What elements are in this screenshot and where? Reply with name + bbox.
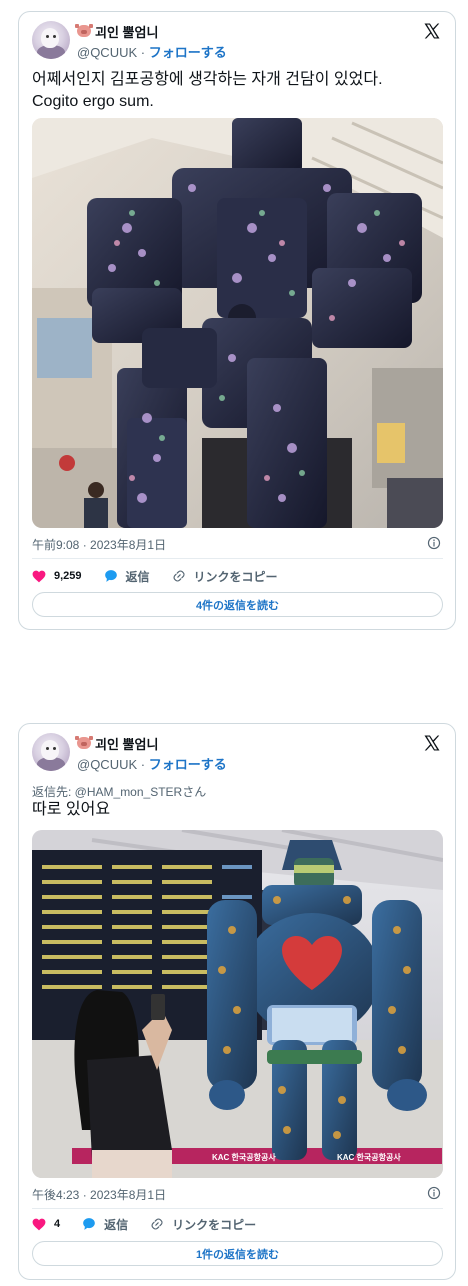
info-icon[interactable] bbox=[427, 1186, 441, 1200]
tweet-photo[interactable]: KAC 한국공항공사 KAC 한국공항공사 bbox=[32, 830, 443, 1178]
link-icon bbox=[151, 1218, 163, 1230]
follow-button[interactable]: フォローする bbox=[149, 45, 227, 60]
copy-link-button[interactable]: リンクをコピー bbox=[150, 1216, 256, 1233]
info-icon[interactable] bbox=[427, 536, 441, 550]
tweet-actions: 4 返信 リンクをコピー bbox=[32, 1214, 278, 1234]
avatar[interactable] bbox=[32, 21, 70, 59]
heart-icon bbox=[32, 570, 46, 582]
like-button[interactable]: 9,259 bbox=[32, 570, 82, 583]
tweet-actions: 9,259 返信 リンクをコピー bbox=[32, 566, 300, 586]
reply-button[interactable]: 返信 bbox=[82, 1216, 128, 1233]
reply-label: 返信 bbox=[125, 569, 150, 584]
kac-sign-left: KAC 한국공항공사 bbox=[212, 1152, 276, 1162]
handle-line: @QCUUK · フォローする bbox=[77, 754, 227, 773]
copy-link-button[interactable]: リンクをコピー bbox=[172, 568, 278, 585]
avatar[interactable] bbox=[32, 733, 70, 771]
tweet-timestamp[interactable]: 午前9:08 · 2023年8月1日 bbox=[32, 536, 166, 553]
read-replies-button[interactable]: 1件の返信を読む bbox=[32, 1241, 443, 1266]
tweet-card: 괴인 뿔엄니 @QCUUK · フォローする 어쩨서인지 김포공항에 생각하는 … bbox=[18, 11, 456, 630]
reply-button[interactable]: 返信 bbox=[104, 568, 150, 585]
follow-button[interactable]: フォローする bbox=[149, 757, 227, 772]
copy-link-label: リンクをコピー bbox=[193, 569, 278, 584]
reply-to-text[interactable]: 返信先: @HAM_mon_STERさん bbox=[32, 783, 206, 800]
tweet-text: 따로 있어요 bbox=[32, 799, 110, 821]
handle[interactable]: @QCUUK bbox=[77, 45, 137, 60]
handle[interactable]: @QCUUK bbox=[77, 757, 137, 772]
reply-label: 返信 bbox=[104, 1217, 129, 1232]
display-name[interactable]: 괴인 뿔엄니 bbox=[75, 22, 159, 40]
read-replies-button[interactable]: 4件の返信を読む bbox=[32, 592, 443, 617]
divider bbox=[32, 1208, 443, 1209]
handle-line: @QCUUK · フォローする bbox=[77, 42, 227, 61]
like-count: 4 bbox=[54, 1218, 61, 1230]
display-name-text: 괴인 뿔엄니 bbox=[95, 736, 159, 752]
separator: · bbox=[140, 757, 146, 772]
speech-bubble-icon bbox=[83, 1218, 95, 1230]
pig-emoji-icon bbox=[75, 736, 93, 749]
like-count: 9,259 bbox=[54, 570, 82, 582]
separator: · bbox=[140, 45, 146, 60]
heart-icon bbox=[32, 1218, 46, 1230]
link-icon bbox=[173, 570, 185, 582]
speech-bubble-icon bbox=[104, 570, 117, 582]
x-logo-icon[interactable] bbox=[423, 22, 441, 40]
divider bbox=[32, 558, 443, 559]
x-logo-icon[interactable] bbox=[423, 734, 441, 752]
tweet-photo[interactable] bbox=[32, 118, 443, 528]
display-name[interactable]: 괴인 뿔엄니 bbox=[75, 734, 159, 752]
copy-link-label: リンクをコピー bbox=[172, 1217, 257, 1232]
pig-emoji-icon bbox=[75, 24, 93, 37]
tweet-card: 괴인 뿔엄니 @QCUUK · フォローする 返信先: @HAM_mon_STE… bbox=[18, 723, 456, 1280]
like-button[interactable]: 4 bbox=[32, 1218, 60, 1231]
tweet-text-line: 따로 있어요 bbox=[32, 801, 111, 818]
kac-sign-right: KAC 한국공항공사 bbox=[337, 1152, 401, 1162]
tweet-text-line: 어쩨서인지 김포공항에 생각하는 자개 건담이 있었다. bbox=[32, 71, 383, 88]
display-name-text: 괴인 뿔엄니 bbox=[95, 24, 159, 40]
tweet-text-line: Cogito ergo sum. bbox=[32, 93, 154, 110]
tweet-timestamp[interactable]: 午後4:23 · 2023年8月1日 bbox=[32, 1186, 166, 1203]
tweet-text: 어쩨서인지 김포공항에 생각하는 자개 건담이 있었다. Cogito ergo… bbox=[32, 69, 383, 113]
